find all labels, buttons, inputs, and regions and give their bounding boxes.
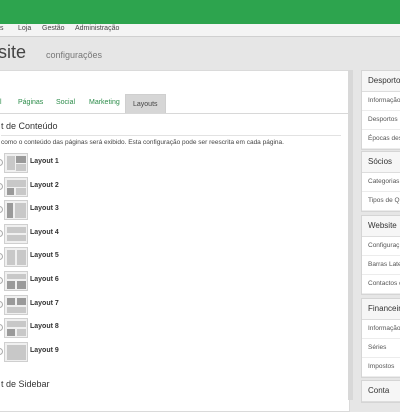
- layout-thumbnail[interactable]: [4, 153, 28, 173]
- thumbnail-block: [7, 306, 26, 313]
- divider: [1, 135, 341, 136]
- layout-label: Layout 2: [30, 181, 59, 189]
- sidebar-section: Website Configuraç Barras Late Contactos d: [361, 215, 400, 295]
- sidebar-section-title: Financeiro: [362, 299, 400, 320]
- tab-marketing[interactable]: Marketing: [89, 99, 120, 106]
- sidebar-item[interactable]: Desportos: [362, 111, 400, 130]
- page-subtitle: configurações: [46, 50, 103, 60]
- thumbnail-block: [7, 344, 26, 360]
- layout-label: Layout 1: [30, 158, 59, 165]
- thumbnail-block: [7, 187, 14, 195]
- page-header: site configurações: [0, 37, 400, 70]
- layout-thumbnail[interactable]: [4, 341, 28, 362]
- thumbnail-block: [17, 329, 26, 337]
- tab-layouts[interactable]: Layouts: [125, 94, 166, 113]
- layout-label: Layout 3: [30, 205, 59, 213]
- content-layout-description: como o conteúdo das páginas será exibido…: [1, 139, 284, 146]
- tab-partial[interactable]: l: [0, 99, 2, 106]
- sidebar-item[interactable]: Séries: [362, 339, 400, 358]
- thumbnail-block: [7, 274, 26, 279]
- menu-item-gestao[interactable]: Gestão: [42, 25, 65, 32]
- thumbnail-block: [15, 203, 26, 219]
- layout-thumbnail[interactable]: [4, 294, 28, 315]
- thumbnail-block: [7, 179, 26, 187]
- layout-thumbnail[interactable]: [4, 247, 28, 268]
- sidebar-section-title: Sócios: [362, 152, 400, 173]
- sidebar-item[interactable]: Épocas des: [362, 130, 400, 149]
- tab-social[interactable]: Social: [56, 99, 75, 106]
- menu-item-loja[interactable]: Loja: [18, 25, 31, 32]
- sidebar-section: Sócios Categorias Tipos de Q: [361, 151, 400, 212]
- sidebar-item[interactable]: Categorias: [362, 173, 400, 192]
- thumbnail-block: [7, 297, 15, 305]
- layout-thumbnail[interactable]: [4, 200, 28, 221]
- tab-paginas[interactable]: Páginas: [18, 99, 43, 106]
- sidebar-item[interactable]: Informação: [362, 92, 400, 111]
- thumbnail-block: [7, 329, 15, 337]
- thumbnail-block: [16, 156, 26, 163]
- sidebar-item[interactable]: Contactos d: [362, 275, 400, 294]
- layout-thumbnail[interactable]: [4, 318, 28, 339]
- thumbnail-block: [16, 164, 26, 171]
- content-layout-title: t de Conteúdo: [1, 121, 58, 131]
- settings-tabs: l Páginas Social Marketing Layouts: [0, 94, 349, 114]
- sidebar-item[interactable]: Impostos: [362, 358, 400, 377]
- sidebar-section-title: Conta: [362, 381, 400, 402]
- thumbnail-block: [17, 281, 26, 289]
- sidebar-section: Desporto Informação Desportos Épocas des: [361, 70, 400, 150]
- sidebar-item[interactable]: Configuraç: [362, 237, 400, 256]
- scrollbar[interactable]: [348, 70, 353, 400]
- sidebar-item[interactable]: Tipos de Q: [362, 192, 400, 211]
- layout-label: Layout 4: [30, 228, 59, 236]
- menu-item-partial[interactable]: s: [0, 25, 4, 32]
- sidebar-section: FinanceiroInformaçãoSériesImpostos: [361, 298, 400, 378]
- thumbnail-block: [17, 297, 26, 305]
- thumbnail-block: [7, 250, 15, 266]
- layout-label: Layout 7: [30, 299, 59, 307]
- thumbnail-block: [7, 226, 26, 233]
- thumbnail-block: [7, 234, 26, 241]
- layout-label: Layout 8: [30, 323, 59, 331]
- menu-item-administracao[interactable]: Administração: [75, 25, 119, 32]
- layout-label: Layout 5: [30, 252, 59, 260]
- thumbnail-block: [7, 203, 13, 219]
- layout-label: Layout 9: [30, 346, 59, 354]
- layout-thumbnail[interactable]: [4, 176, 28, 197]
- layout-label: Layout 6: [30, 276, 59, 283]
- page-title: site: [0, 42, 27, 62]
- thumbnail-block: [7, 156, 15, 170]
- thumbnail-block: [7, 281, 15, 289]
- sidebar-item[interactable]: Barras Late: [362, 256, 400, 275]
- sidebar-item[interactable]: Informação: [362, 320, 400, 339]
- main-menu-bar: s Loja Gestão Administração: [0, 24, 400, 37]
- thumbnail-block: [16, 187, 26, 195]
- top-bar: [0, 0, 400, 24]
- layout-thumbnail[interactable]: [4, 271, 28, 291]
- sidebar-section-title: Website: [362, 216, 400, 237]
- thumbnail-block: [7, 321, 26, 328]
- sidebar-layout-title: t de Sidebar: [1, 379, 50, 389]
- layout-thumbnail[interactable]: [4, 223, 28, 244]
- thumbnail-block: [17, 250, 26, 266]
- sidebar-section-title: Desporto: [362, 71, 400, 92]
